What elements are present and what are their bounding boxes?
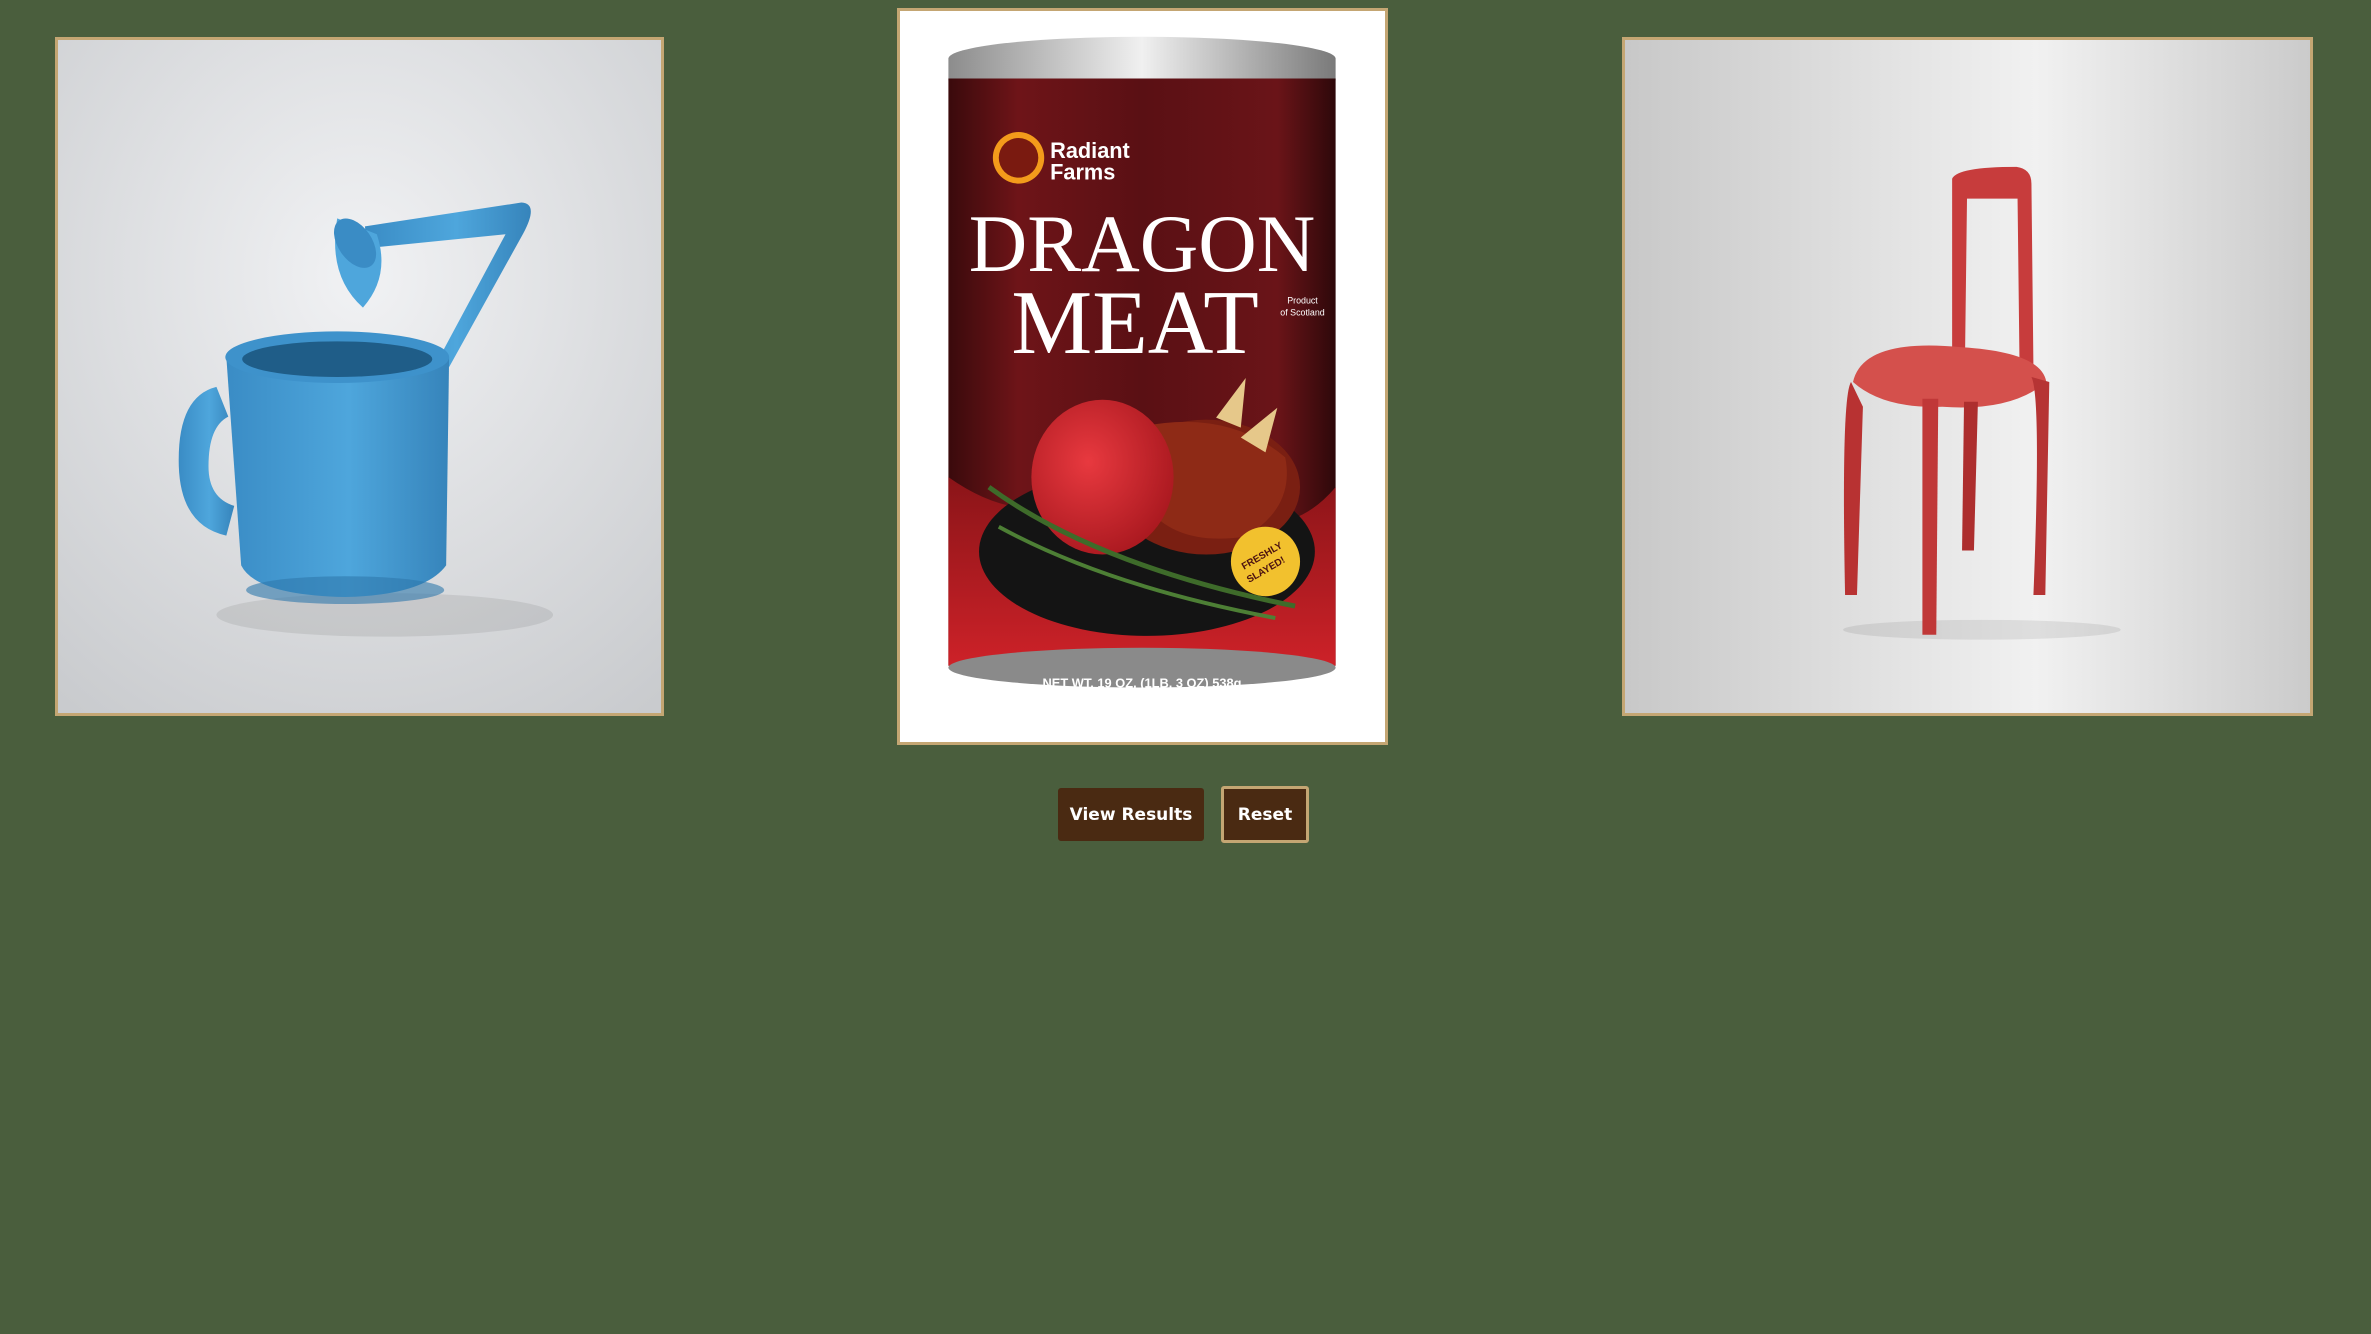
product-image-chair[interactable]	[1622, 37, 2313, 716]
view-results-button[interactable]: View Results	[1058, 788, 1204, 841]
origin-line1: Product	[1287, 296, 1318, 306]
chair-icon	[1625, 40, 2310, 713]
product-image-dragon-meat[interactable]: Radiant Farms DRAGON MEAT Product of Sco…	[897, 8, 1388, 745]
brand-name-line2: Farms	[1050, 160, 1115, 185]
watering-can-icon	[58, 40, 661, 713]
reset-button[interactable]: Reset	[1221, 786, 1309, 843]
net-weight-label: NET WT. 19 OZ. (1LB. 3 OZ) 538g	[1043, 675, 1242, 690]
product-title-line2: MEAT	[1011, 272, 1258, 373]
dragon-meat-can-icon: Radiant Farms DRAGON MEAT Product of Sco…	[948, 36, 1336, 690]
origin-line2: of Scotland	[1280, 307, 1324, 317]
product-image-watering-can[interactable]	[55, 37, 664, 716]
